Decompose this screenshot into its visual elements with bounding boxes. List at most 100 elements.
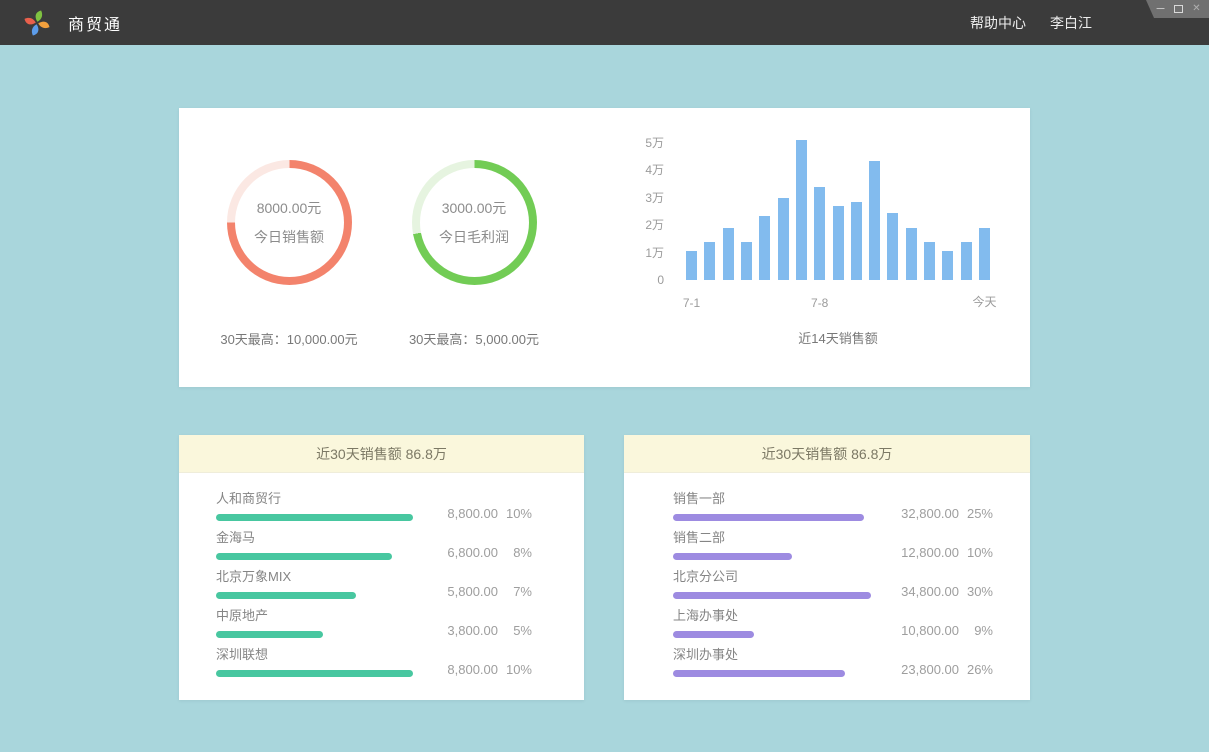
rank-item-bar [673, 592, 871, 599]
today-sales-donut-text: 8000.00元 今日销售额 [227, 160, 352, 285]
rank-item-bar [216, 592, 356, 599]
maximize-button[interactable] [1173, 3, 1184, 15]
rank-item-name: 中原地产 [216, 608, 323, 624]
rank-item-values: 32,800.0025% [879, 506, 993, 521]
rank-item-amount: 10,800.00 [879, 623, 959, 638]
rank-item-bar [216, 631, 323, 638]
gauge-value: 8000.00元 [257, 198, 322, 218]
rank-item-amount: 12,800.00 [879, 545, 959, 560]
rank-row: 人和商贸行 8,800.0010% [179, 491, 584, 521]
rank-item-bar [673, 553, 792, 560]
rank-item-amount: 5,800.00 [418, 584, 498, 599]
summary-card: 8000.00元 今日销售额 30天最高：10,000.00元 3000.00元… [179, 108, 1030, 387]
rank-item-name: 人和商贸行 [216, 491, 413, 507]
today-sales-gauge: 8000.00元 今日销售额 30天最高：10,000.00元 [209, 108, 369, 387]
rank-item-values: 34,800.0030% [879, 584, 993, 599]
chart-bar [869, 161, 880, 280]
rank-row: 销售二部 12,800.0010% [624, 530, 1030, 560]
maximize-icon [1174, 5, 1183, 13]
rank-item-amount: 6,800.00 [418, 545, 498, 560]
rank-item-name: 深圳办事处 [673, 647, 845, 663]
rank-item-bar [216, 514, 413, 521]
today-profit-donut-ring: 3000.00元 今日毛利润 [412, 160, 537, 285]
chart-y-axis-label: 4万 [624, 163, 664, 177]
customer-ranking-card: 近30天销售额 86.8万 人和商贸行8,800.0010%金海马6,800.0… [179, 435, 584, 700]
rank-item-values: 3,800.005% [418, 623, 532, 638]
chart-bar [887, 213, 898, 280]
gauge-caption: 30天最高：5,000.00元 [394, 329, 554, 348]
today-profit-donut-text: 3000.00元 今日毛利润 [412, 160, 537, 285]
chart-y-axis-label: 2万 [624, 218, 664, 232]
rank-item-values: 6,800.008% [418, 545, 532, 560]
chart-bar [833, 206, 844, 280]
rank-item-bar [673, 631, 754, 638]
chart-y-axis-label: 0 [624, 273, 664, 287]
rank-item-percent: 10% [498, 506, 532, 521]
rank-item-name: 销售二部 [673, 530, 792, 546]
rank-row: 中原地产 3,800.005% [179, 608, 584, 638]
chart-bar [796, 140, 807, 280]
chart-y-axis-label: 1万 [624, 246, 664, 260]
chart-y-axis-label: 3万 [624, 191, 664, 205]
rank-item-bar [673, 514, 864, 521]
rank-item-name: 上海办事处 [673, 608, 754, 624]
rank-item-bar [216, 553, 392, 560]
chart-x-axis-label: 7-1 [683, 296, 700, 310]
rank-item-amount: 34,800.00 [879, 584, 959, 599]
chart-bar [979, 228, 990, 280]
rank-row: 金海马 6,800.008% [179, 530, 584, 560]
rank-item-percent: 9% [959, 623, 993, 638]
department-ranking-card: 近30天销售额 86.8万 销售一部 32,800.0025% 销售二部 12,800… [624, 435, 1030, 700]
rank-item-values: 8,800.0010% [418, 662, 532, 677]
chart-bar [723, 228, 734, 280]
rank-item-percent: 30% [959, 584, 993, 599]
rank-row: 深圳联想 8,800.0010% [179, 647, 584, 677]
gauge-label: 今日销售额 [254, 227, 324, 247]
app-title: 商贸通 [68, 11, 122, 35]
rank-item-name: 销售一部 [673, 491, 864, 507]
rank-item-percent: 10% [959, 545, 993, 560]
rank-item-name: 金海马 [216, 530, 392, 546]
app-window: 商贸通 帮助中心 李白江 ─ ✕ 8000.00元 今日销售额 30天最高：10… [0, 0, 1209, 752]
rank-row: 北京万象MIX5,800.007% [179, 569, 584, 599]
chart-bar [924, 242, 935, 280]
help-center-link[interactable]: 帮助中心 [970, 13, 1026, 33]
rank-item-amount: 8,800.00 [418, 506, 498, 521]
rank-item-percent: 8% [498, 545, 532, 560]
gauge-caption: 30天最高：10,000.00元 [209, 329, 369, 348]
chart-bar [778, 198, 789, 280]
rank-item-percent: 25% [959, 506, 993, 521]
rank-item-percent: 26% [959, 662, 993, 677]
chart-x-axis-label: 7-8 [811, 296, 828, 310]
chart-title: 近14天销售额 [686, 328, 990, 347]
minimize-button[interactable]: ─ [1155, 3, 1166, 15]
rank-list: 人和商贸行8,800.0010%金海马6,800.008%北京万象MIX5,80… [179, 473, 584, 677]
chart-bar [942, 251, 953, 280]
rank-list: 销售一部 32,800.0025% 销售二部 12,800.0010% 北京分公司 34,… [624, 473, 1030, 677]
rank-item-amount: 3,800.00 [418, 623, 498, 638]
chart-bar [814, 187, 825, 280]
rank-item-name: 深圳联想 [216, 647, 413, 663]
sales-trend-chart: 01万2万3万4万5万7-17-8今天 近14天销售额 [624, 140, 990, 355]
card-title: 近30天销售额 86.8万 [179, 435, 584, 473]
window-controls: ─ ✕ [1146, 0, 1209, 18]
chart-x-axis-label: 今天 [972, 293, 996, 310]
gauge-label: 今日毛利润 [439, 227, 509, 247]
today-sales-donut-ring: 8000.00元 今日销售额 [227, 160, 352, 285]
ranking-cards-row: 近30天销售额 86.8万 人和商贸行8,800.0010%金海马6,800.0… [179, 435, 1030, 700]
rank-item-amount: 8,800.00 [418, 662, 498, 677]
rank-item-values: 5,800.007% [418, 584, 532, 599]
chart-bar [704, 242, 715, 280]
app-logo-pinwheel-icon [22, 8, 52, 38]
close-button[interactable]: ✕ [1191, 3, 1202, 15]
rank-item-bar [673, 670, 845, 677]
chart-bar [741, 242, 752, 280]
chart-bar [851, 202, 862, 280]
username-menu[interactable]: 李白江 [1050, 13, 1092, 33]
today-profit-gauge: 3000.00元 今日毛利润 30天最高：5,000.00元 [394, 108, 554, 387]
rank-item-percent: 7% [498, 584, 532, 599]
rank-item-name: 北京分公司 [673, 569, 871, 585]
rank-item-percent: 10% [498, 662, 532, 677]
card-title: 近30天销售额 86.8万 [624, 435, 1030, 473]
chart-bar [906, 228, 917, 280]
